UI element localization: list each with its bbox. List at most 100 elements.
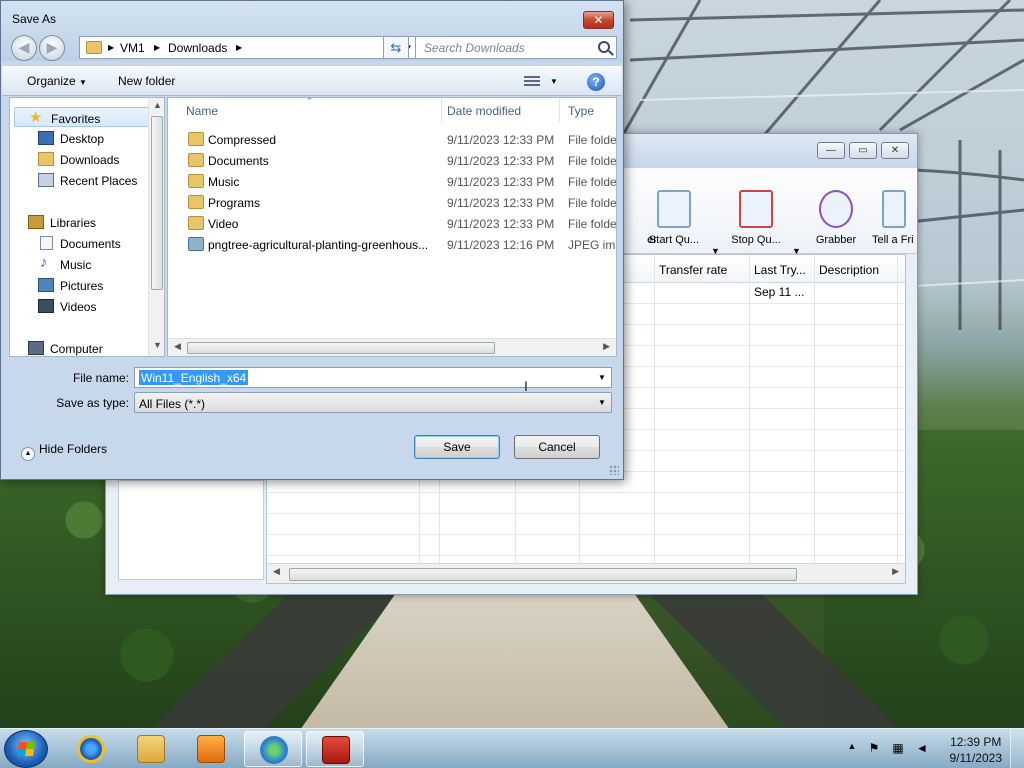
categories-pane[interactable] (118, 480, 264, 580)
volume-muted-icon[interactable]: ◄ (914, 741, 930, 757)
scroll-right-arrow[interactable]: ▶ (603, 341, 610, 352)
stop-queue-icon (739, 190, 773, 228)
breadcrumb-separator-icon[interactable]: ▶ (236, 43, 242, 52)
scroll-left-arrow[interactable]: ◀ (273, 566, 280, 577)
sidebar-item-downloads[interactable]: Downloads (10, 149, 152, 169)
music-icon: ♪ (40, 254, 48, 271)
file-name-dropdown[interactable]: ▼ (593, 368, 611, 387)
sidebar-item-favorites[interactable]: ★ Favorites (14, 107, 156, 127)
change-view-icon[interactable] (524, 76, 540, 88)
view-options-dropdown[interactable]: ▼ (550, 77, 558, 86)
clock[interactable]: 12:39 PM 9/11/2023 (950, 734, 1003, 766)
file-row-compressed[interactable]: Compressed 9/11/2023 12:33 PM File folde… (168, 129, 616, 150)
column-header-date-modified[interactable]: Date modified (439, 98, 560, 122)
file-date: 9/11/2023 12:33 PM (447, 196, 555, 210)
sidebar-item-label: Favorites (51, 112, 101, 126)
folder-icon (188, 216, 204, 230)
column-last-try[interactable]: Last Try... (754, 263, 806, 277)
sidebar-item-documents[interactable]: Documents (10, 233, 152, 253)
refresh-button[interactable]: ⇆ (383, 36, 409, 59)
breadcrumb-downloads[interactable]: Downloads (168, 41, 227, 55)
navigation-pane[interactable]: ★ Favorites Desktop Downloads Recent Pla… (9, 97, 165, 357)
column-description[interactable]: Description (819, 263, 879, 277)
taskbar: ▲ ⚑ ▦ ◄ 12:39 PM 9/11/2023 (0, 728, 1024, 768)
taskbar-media-player[interactable] (182, 731, 240, 767)
dialog-close-button[interactable]: ✕ (583, 11, 614, 29)
breadcrumb-separator-icon[interactable]: ▶ (108, 43, 114, 52)
breadcrumb-separator-icon[interactable]: ▶ (154, 43, 160, 52)
chevron-up-icon: ▲ (21, 447, 35, 461)
downloads-table-hscroll[interactable]: ◀ ▶ (267, 563, 905, 583)
save-as-type-dropdown[interactable]: ▼ (593, 393, 611, 412)
sidebar-item-music[interactable]: ♪ Music (10, 254, 152, 274)
file-list-hscroll[interactable]: ◀ ▶ (168, 338, 616, 356)
stop-queue-button[interactable]: Stop Qu... (716, 178, 796, 246)
scroll-thumb[interactable] (187, 342, 495, 354)
back-button[interactable]: ◀ (11, 35, 37, 61)
address-bar[interactable]: ▶ VM1 ▶ Downloads ▶ ▼ (79, 36, 419, 59)
taskbar-toolbox-app[interactable] (306, 731, 364, 767)
save-button[interactable]: Save (414, 435, 500, 459)
search-placeholder: Search Downloads (424, 41, 525, 55)
file-row-programs[interactable]: Programs 9/11/2023 12:33 PM File folder (168, 192, 616, 213)
forward-button[interactable]: ▶ (39, 35, 65, 61)
scroll-thumb[interactable] (151, 116, 163, 290)
search-input[interactable]: Search Downloads (415, 36, 617, 59)
file-row-video[interactable]: Video 9/11/2023 12:33 PM File folder (168, 213, 617, 234)
help-icon[interactable]: ? (587, 73, 605, 91)
show-hidden-icons-button[interactable]: ▲ (844, 741, 860, 757)
navigation-pane-scrollbar[interactable]: ▲ ▼ (148, 98, 164, 356)
star-icon: ★ (29, 109, 43, 126)
close-button[interactable]: ✕ (881, 142, 909, 159)
file-name: Video (208, 217, 239, 231)
sidebar-item-computer[interactable]: Computer (10, 338, 152, 356)
file-name-value[interactable]: Win11_English_x64 (139, 370, 249, 385)
taskbar-file-explorer[interactable] (122, 731, 180, 767)
cancel-button[interactable]: Cancel (514, 435, 600, 459)
stop-queue-label: Stop Qu... (731, 234, 781, 246)
scroll-down-arrow[interactable]: ▼ (153, 340, 162, 350)
sidebar-item-desktop[interactable]: Desktop (10, 128, 152, 148)
tell-a-friend-label: Tell a Fri (872, 234, 914, 246)
hide-folders-button[interactable]: ▲ Hide Folders (21, 442, 107, 461)
sidebar-item-libraries[interactable]: Libraries (10, 212, 152, 232)
file-list[interactable]: ⌃ Name Date modified Type Compressed 9/1… (167, 97, 617, 357)
hide-folders-label: Hide Folders (39, 442, 108, 456)
search-icon[interactable] (598, 41, 610, 53)
minimize-button[interactable]: — (817, 142, 845, 159)
file-row-jpeg[interactable]: pngtree-agricultural-planting-greenhous.… (168, 234, 616, 255)
file-type: File folder (568, 217, 617, 231)
file-row-documents[interactable]: Documents 9/11/2023 12:33 PM File folder (168, 150, 616, 171)
file-date: 9/11/2023 12:16 PM (447, 238, 555, 252)
scroll-thumb[interactable] (289, 568, 797, 581)
sidebar-item-recent-places[interactable]: Recent Places (10, 170, 152, 190)
action-center-icon[interactable]: ⚑ (866, 741, 882, 757)
start-button[interactable] (4, 730, 48, 768)
organize-button[interactable]: Organize ▼ (27, 74, 87, 88)
start-queue-button[interactable]: Start Qu... (634, 178, 714, 246)
taskbar-internet-explorer[interactable] (62, 731, 120, 767)
scroll-left-arrow[interactable]: ◀ (174, 341, 181, 352)
network-icon[interactable]: ▦ (890, 741, 906, 757)
save-as-dialog[interactable]: Save As ✕ ◀ ▶ ▶ VM1 ▶ Downloads ▶ ▼ ⇆ Se… (0, 0, 624, 480)
start-queue-label: Start Qu... (648, 234, 700, 246)
show-desktop-button[interactable] (1010, 729, 1024, 768)
file-row-music[interactable]: Music 9/11/2023 12:33 PM File folder (168, 171, 616, 192)
column-transfer-rate[interactable]: Transfer rate (659, 263, 727, 277)
restore-button[interactable]: ▭ (849, 142, 877, 159)
column-header-type[interactable]: Type (560, 98, 616, 122)
save-as-type-select[interactable]: All Files (*.*) ▼ (134, 392, 612, 413)
table-cell-last-try[interactable]: Sep 11 ... (754, 285, 804, 299)
resize-grip[interactable] (609, 465, 619, 475)
column-header-name[interactable]: Name (178, 98, 442, 122)
taskbar-download-manager[interactable] (244, 731, 302, 767)
sidebar-item-videos[interactable]: Videos (10, 296, 152, 316)
tell-a-friend-button[interactable]: Tell a Fri (860, 178, 920, 246)
new-folder-button[interactable]: New folder (118, 74, 175, 88)
sidebar-item-pictures[interactable]: Pictures (10, 275, 152, 295)
file-name-input[interactable]: Win11_English_x64 ▼ (134, 367, 612, 388)
scroll-up-arrow[interactable]: ▲ (153, 100, 162, 110)
scroll-right-arrow[interactable]: ▶ (892, 566, 899, 577)
breadcrumb-vm1[interactable]: VM1 (120, 41, 145, 55)
tell-a-friend-icon (882, 190, 906, 228)
